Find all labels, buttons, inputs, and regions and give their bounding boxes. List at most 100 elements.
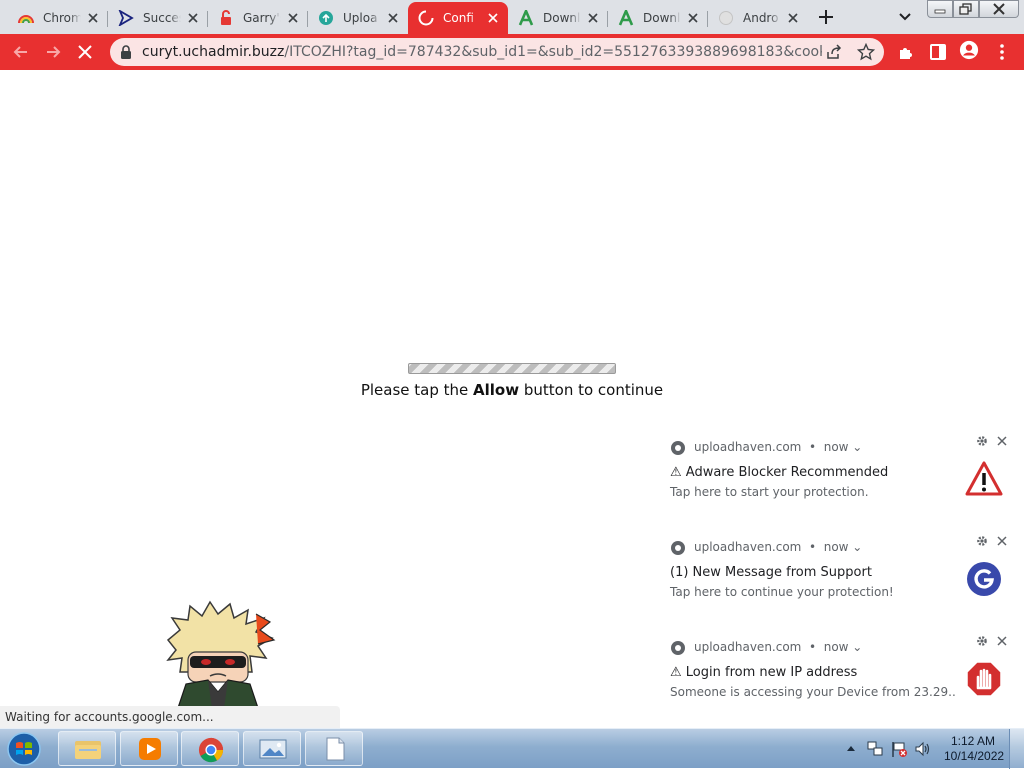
gear-icon[interactable] <box>976 435 988 447</box>
browser-toolbar: curyt.uchadmir.buzz/ITCOZHI?tag_id=78743… <box>0 34 1024 70</box>
tab-title: Uploa <box>343 11 378 25</box>
side-panel-icon[interactable] <box>928 42 948 62</box>
tab-android[interactable]: Andro <box>708 2 808 34</box>
chrome-icon <box>198 737 224 763</box>
back-arrow-icon[interactable] <box>11 42 31 62</box>
clock-time: 1:12 AM <box>950 734 996 748</box>
restore-button[interactable] <box>953 0 979 18</box>
notification-card[interactable]: uploadhaven.com • now ⌄ ⚠ Adware Blocker… <box>660 430 1024 520</box>
forward-arrow-icon[interactable] <box>43 42 63 62</box>
taskbar-explorer[interactable] <box>58 731 116 766</box>
tab-title: Chrom <box>43 11 81 25</box>
tab-garrys[interactable]: Garry's <box>208 2 308 34</box>
share-icon[interactable] <box>826 44 842 60</box>
upload-cloud-icon <box>318 10 334 26</box>
notification-time: now <box>823 440 849 454</box>
tab-download-2[interactable]: Downl <box>608 2 708 34</box>
show-hidden-icons-arrow-icon[interactable] <box>846 744 856 752</box>
more-menu-icon[interactable] <box>992 42 1012 62</box>
close-tab-icon[interactable] <box>786 11 800 25</box>
notification-source: uploadhaven.com • now ⌄ <box>694 540 863 554</box>
tab-title: Andro <box>743 11 779 25</box>
new-tab-plus-icon[interactable] <box>815 6 837 28</box>
notification-time: now <box>823 640 849 654</box>
chrome-icon <box>671 641 685 655</box>
taskbar-media-player[interactable] <box>120 731 178 766</box>
google-g-icon <box>967 562 1001 596</box>
document-icon <box>326 737 345 761</box>
tab-upload[interactable]: Uploa <box>308 2 408 34</box>
close-icon[interactable] <box>996 535 1008 547</box>
tab-title: Succes <box>143 11 181 25</box>
notification-card[interactable]: uploadhaven.com • now ⌄ ⚠ Login from new… <box>660 630 1024 720</box>
taskbar-document[interactable] <box>305 731 363 766</box>
url-domain: curyt.uchadmir.buzz <box>142 44 285 60</box>
allow-prompt-text: Please tap the Allow button to continue <box>0 381 1024 399</box>
tab-title: Confi <box>443 11 474 25</box>
volume-speaker-icon[interactable] <box>914 740 932 758</box>
chrome-icon <box>671 541 685 555</box>
show-desktop-button[interactable] <box>1009 729 1024 769</box>
taskbar-clock[interactable]: 1:12 AM 10/14/2022 <box>944 734 1004 764</box>
close-icon[interactable] <box>996 435 1008 447</box>
loading-spinner-icon <box>418 10 434 26</box>
source-domain: uploadhaven.com <box>694 440 802 454</box>
tab-download-1[interactable]: Downl <box>508 2 608 34</box>
tab-title: Garry's <box>243 11 281 25</box>
taskbar-chrome[interactable] <box>181 731 239 766</box>
source-domain: uploadhaven.com <box>694 640 802 654</box>
folder-icon <box>75 741 101 759</box>
close-tab-icon[interactable] <box>586 11 600 25</box>
chrome-icon <box>671 441 685 455</box>
close-icon[interactable] <box>996 635 1008 647</box>
network-icon[interactable] <box>866 740 884 758</box>
close-tab-icon[interactable] <box>86 11 100 25</box>
start-button[interactable] <box>6 731 42 767</box>
notification-title: ⚠ Login from new IP address <box>670 665 858 680</box>
notification-time: now <box>823 540 849 554</box>
close-tab-icon[interactable] <box>186 11 200 25</box>
notification-body: Tap here to start your protection. <box>670 485 869 499</box>
notification-source: uploadhaven.com • now ⌄ <box>694 440 863 454</box>
close-tab-icon[interactable] <box>286 11 300 25</box>
green-a-icon <box>518 10 534 26</box>
globe-icon <box>718 10 734 26</box>
tab-title: Downl <box>643 11 681 25</box>
tab-confirm-active[interactable]: Confi <box>408 2 508 34</box>
close-window-button[interactable] <box>979 0 1019 18</box>
tab-success[interactable]: Succes <box>108 2 208 34</box>
green-a-icon <box>618 10 634 26</box>
close-tab-icon[interactable] <box>686 11 700 25</box>
red-lock-icon <box>218 10 234 26</box>
address-bar[interactable]: curyt.uchadmir.buzz/ITCOZHI?tag_id=78743… <box>110 38 884 66</box>
bookmark-star-icon[interactable] <box>857 43 875 61</box>
warning-triangle-icon <box>965 461 1003 496</box>
stop-loading-icon[interactable] <box>75 42 95 62</box>
source-domain: uploadhaven.com <box>694 540 802 554</box>
action-center-flag-icon[interactable] <box>890 740 908 758</box>
prompt-part: Please tap the <box>360 381 474 399</box>
profile-avatar-icon[interactable] <box>959 40 979 60</box>
minimize-button[interactable] <box>927 0 953 18</box>
notification-title: ⚠ Adware Blocker Recommended <box>670 465 889 480</box>
gear-icon[interactable] <box>976 535 988 547</box>
media-player-icon <box>139 738 161 760</box>
gear-icon[interactable] <box>976 635 988 647</box>
chevron-down-icon[interactable] <box>894 8 916 26</box>
notification-card[interactable]: uploadhaven.com • now ⌄ (1) New Message … <box>660 530 1024 620</box>
prompt-part: button to continue <box>519 381 664 399</box>
triangle-arrow-icon <box>118 10 134 26</box>
url-text: curyt.uchadmir.buzz/ITCOZHI?tag_id=78743… <box>142 44 822 60</box>
anime-character-image <box>166 600 276 708</box>
close-tab-icon[interactable] <box>486 11 500 25</box>
taskbar-photo-viewer[interactable] <box>243 731 301 766</box>
notification-body: Tap here to continue your protection! <box>670 585 894 599</box>
photo-viewer-icon <box>259 739 287 759</box>
tab-chrome[interactable]: Chrom <box>8 2 108 34</box>
tab-title: Downl <box>543 11 581 25</box>
extensions-puzzle-icon[interactable] <box>896 42 916 62</box>
lock-icon[interactable] <box>120 45 132 59</box>
notification-body: Someone is accessing your Device from 23… <box>670 685 956 699</box>
close-tab-icon[interactable] <box>386 11 400 25</box>
stop-hand-icon <box>966 661 1002 697</box>
